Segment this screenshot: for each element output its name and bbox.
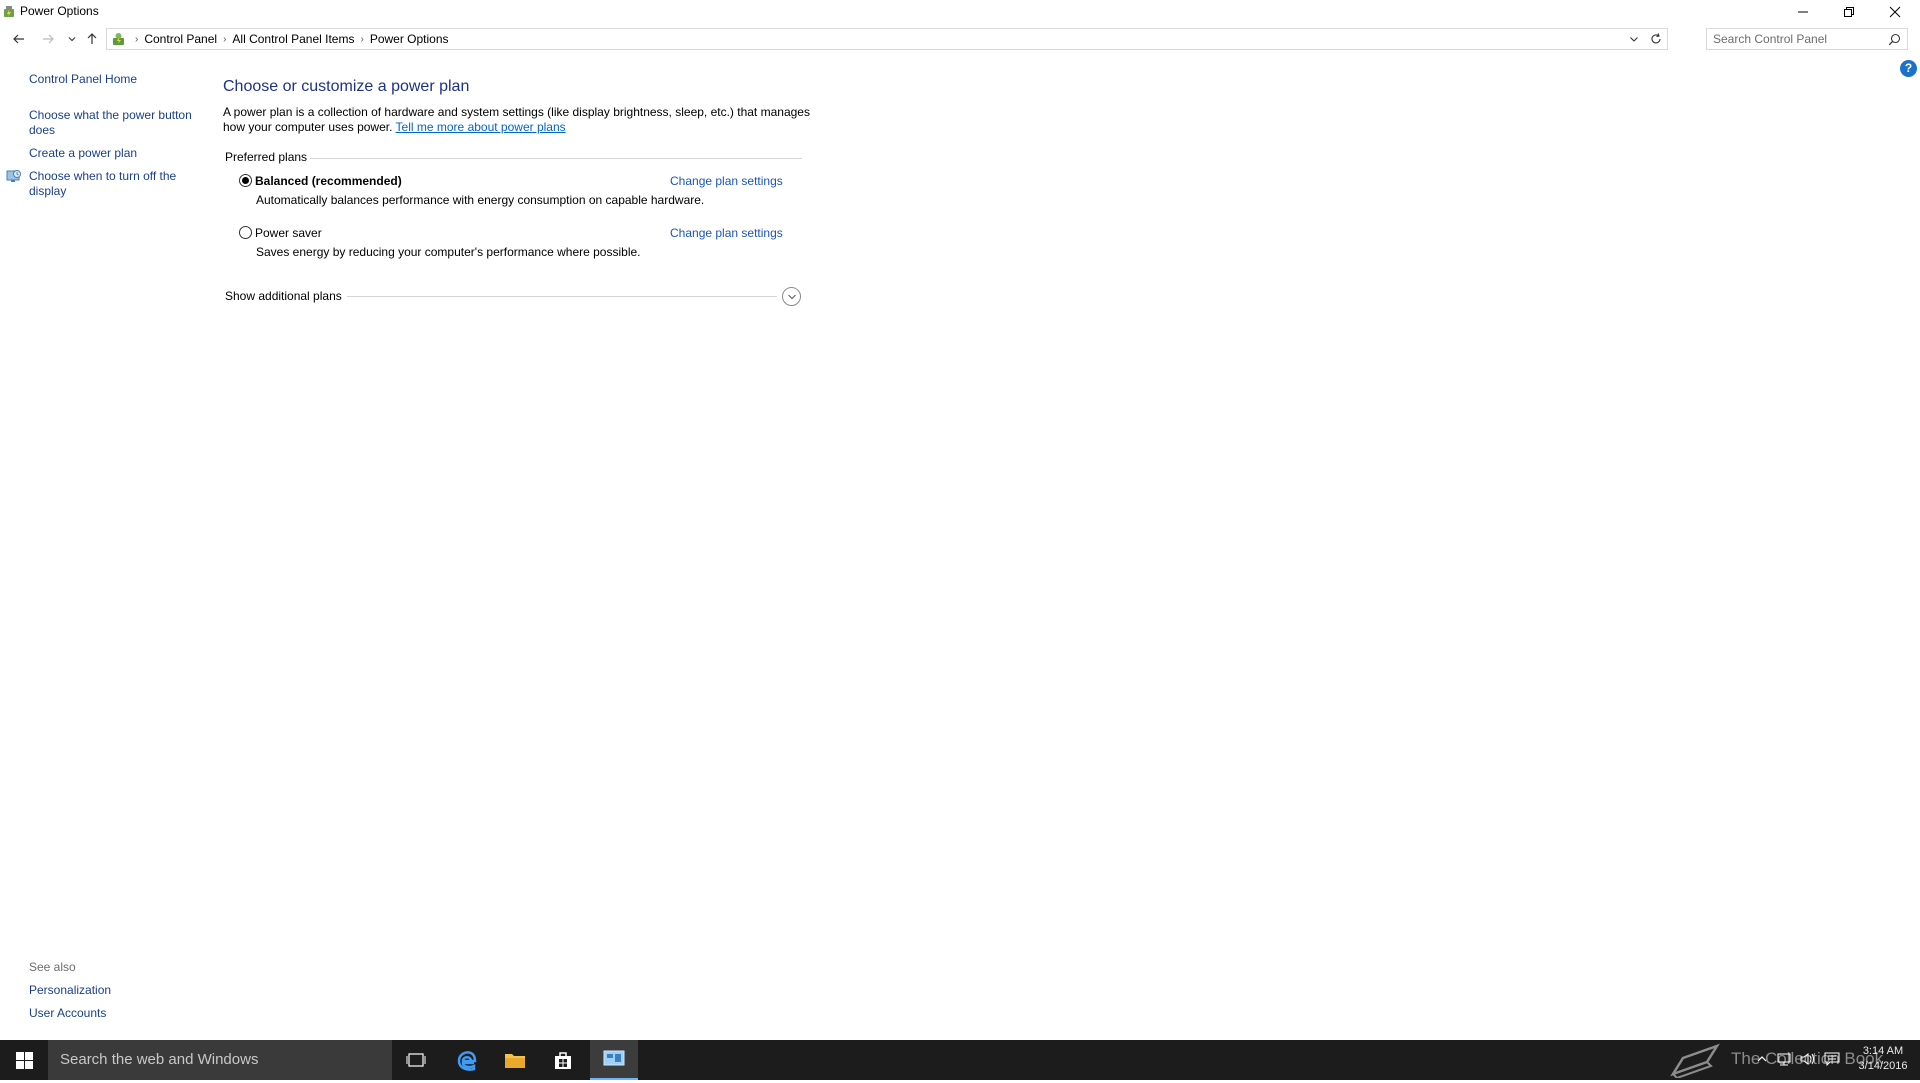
edge-button[interactable] (443, 1040, 491, 1080)
folder-icon (505, 1054, 525, 1068)
power-saver-plan-description: Saves energy by reducing your computer's… (256, 245, 641, 259)
back-arrow-icon (13, 34, 24, 44)
minimize-button[interactable] (1780, 0, 1826, 24)
breadcrumb-separator-icon[interactable]: › (223, 34, 226, 45)
restore-icon (1844, 7, 1854, 17)
search-icon[interactable] (1888, 33, 1901, 46)
additional-plans-divider (347, 296, 777, 297)
control-panel-icon (113, 33, 124, 45)
preferred-plans-group: Preferred plans (225, 150, 802, 166)
store-icon (555, 1052, 571, 1069)
control-panel-icon (603, 1050, 625, 1066)
power-options-icon (4, 6, 14, 17)
balanced-plan-description: Automatically balances performance with … (256, 193, 705, 207)
balanced-plan-name[interactable]: Balanced (recommended) (255, 174, 402, 188)
refresh-icon[interactable] (1649, 32, 1663, 46)
control-panel-taskbar-button[interactable] (590, 1040, 638, 1080)
book-logo-icon (1670, 1043, 1720, 1080)
power-saver-change-settings-link[interactable]: Change plan settings (670, 226, 783, 240)
preferred-plans-label: Preferred plans (225, 150, 312, 164)
clock-date: 3/14/2016 (1858, 1060, 1908, 1072)
minimize-icon (1798, 11, 1808, 13)
taskbar-search[interactable]: Search the web and Windows (48, 1040, 392, 1080)
chevron-down-icon (68, 37, 76, 42)
breadcrumb-separator-icon[interactable]: › (360, 34, 363, 45)
power-saver-plan-name[interactable]: Power saver (255, 226, 322, 240)
file-explorer-button[interactable] (491, 1040, 539, 1080)
breadcrumb-separator-icon: › (135, 33, 139, 45)
window-title: Power Options (20, 4, 99, 18)
close-icon (1889, 6, 1901, 18)
display-shield-icon (6, 170, 21, 182)
forward-arrow-icon (43, 34, 54, 44)
help-icon[interactable]: ? (1900, 60, 1917, 77)
task-view-button[interactable] (392, 1040, 440, 1080)
action-center-icon[interactable] (1824, 1052, 1840, 1066)
turn-off-display-link[interactable]: Choose when to turn off the display (29, 169, 201, 199)
recent-locations-button[interactable] (62, 29, 82, 49)
taskbar: Search the web and Windows The Collectio… (0, 1040, 1920, 1080)
personalization-link[interactable]: Personalization (29, 983, 111, 997)
forward-button[interactable] (38, 29, 58, 49)
create-power-plan-link[interactable]: Create a power plan (29, 146, 201, 161)
system-tray (1756, 1052, 1840, 1066)
chevron-down-icon (787, 294, 796, 299)
clock-time: 3:14 AM (1862, 1045, 1904, 1057)
task-view-icon (406, 1053, 426, 1067)
volume-icon[interactable] (1800, 1052, 1816, 1066)
restore-button[interactable] (1826, 0, 1872, 24)
tell-me-more-link[interactable]: Tell me more about power plans (396, 120, 566, 134)
breadcrumb-power-options[interactable]: Power Options (370, 32, 449, 46)
control-panel-home-link[interactable]: Control Panel Home (29, 72, 201, 87)
breadcrumb-all-items[interactable]: All Control Panel Items (232, 32, 354, 46)
title-bar: Power Options (0, 0, 1920, 24)
windows-logo-icon (15, 1051, 33, 1069)
balanced-plan-radio[interactable] (239, 174, 252, 187)
balanced-change-settings-link[interactable]: Change plan settings (670, 174, 783, 188)
edge-icon (457, 1051, 477, 1071)
expand-button[interactable] (782, 287, 801, 306)
navigation-bar: › Control Panel › All Control Panel Item… (0, 27, 1920, 53)
up-arrow-icon (87, 33, 97, 44)
address-bar[interactable]: › Control Panel › All Control Panel Item… (106, 28, 1668, 50)
see-also-label: See also (29, 960, 76, 974)
show-additional-plans[interactable]: Show additional plans (225, 285, 805, 307)
page-description: A power plan is a collection of hardware… (223, 105, 813, 135)
breadcrumb-control-panel[interactable]: Control Panel (144, 32, 217, 46)
show-additional-plans-label[interactable]: Show additional plans (225, 289, 342, 303)
power-saver-plan-radio[interactable] (239, 226, 252, 239)
up-button[interactable] (82, 29, 102, 49)
store-button[interactable] (539, 1040, 587, 1080)
taskbar-search-text[interactable]: Search the web and Windows (60, 1051, 258, 1068)
breadcrumb: › Control Panel › All Control Panel Item… (129, 32, 449, 46)
chevron-up-icon[interactable] (1756, 1053, 1768, 1065)
search-box[interactable] (1706, 28, 1908, 50)
network-icon[interactable] (1776, 1052, 1792, 1066)
power-button-link[interactable]: Choose what the power button does (29, 108, 201, 138)
search-input[interactable] (1713, 31, 1883, 47)
address-dropdown-icon[interactable] (1627, 32, 1641, 46)
group-divider (310, 158, 802, 159)
user-accounts-link[interactable]: User Accounts (29, 1006, 106, 1020)
start-button[interactable] (0, 1040, 48, 1080)
clock[interactable]: 3:14 AM 3/14/2016 (1854, 1044, 1912, 1074)
close-button[interactable] (1872, 0, 1918, 24)
back-button[interactable] (9, 29, 29, 49)
page-title: Choose or customize a power plan (223, 78, 470, 95)
